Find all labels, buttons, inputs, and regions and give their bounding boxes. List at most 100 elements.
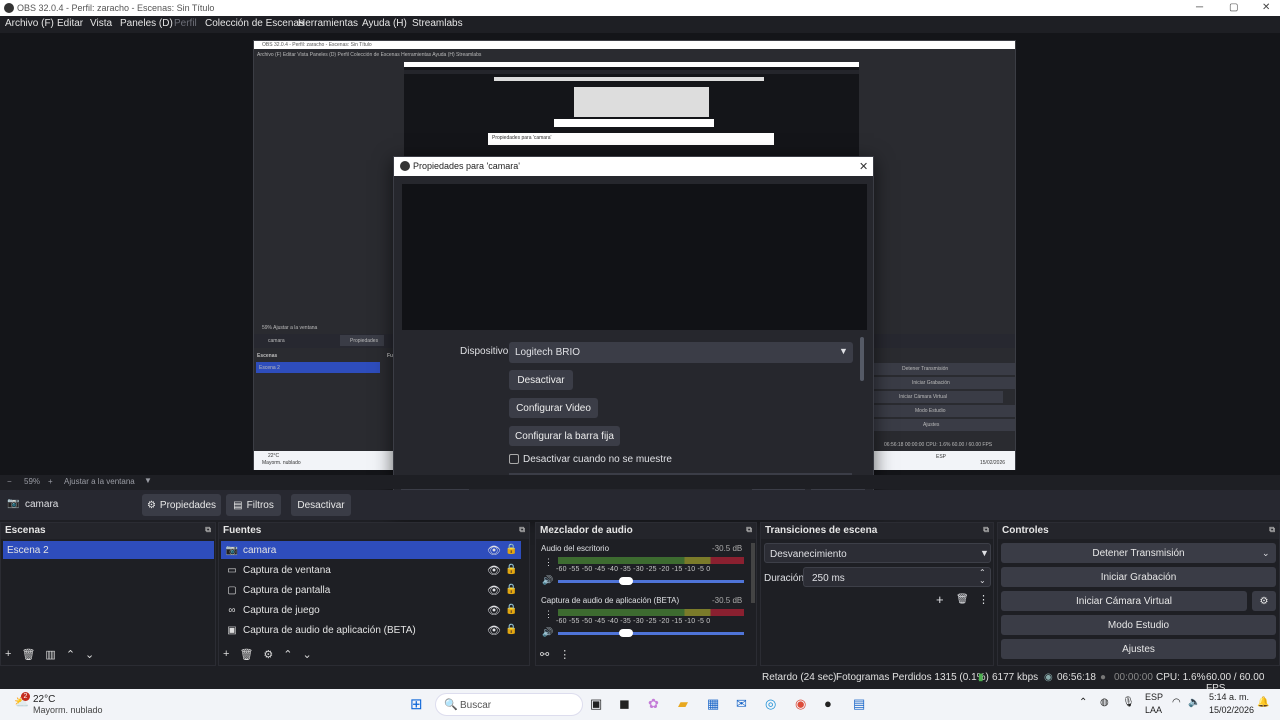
lock-icon[interactable]: 🔒 — [505, 604, 517, 615]
configure-video-button[interactable]: Configurar Video — [509, 398, 598, 418]
menu-ayuda[interactable]: Ayuda (H) — [362, 18, 407, 29]
clock-time[interactable]: 5:14 a. m. — [1209, 692, 1249, 702]
add-icon[interactable]: + — [5, 648, 11, 661]
arrow-down-icon[interactable]: ⌄ — [85, 648, 94, 661]
trash-icon[interactable]: 🗑 — [956, 594, 969, 605]
filters-button[interactable]: ▤ Filtros — [226, 494, 281, 516]
app-icon[interactable]: ▤ — [853, 696, 865, 712]
source-item[interactable]: ∞ Captura de juego — [221, 601, 521, 619]
folder-icon[interactable]: ▰ — [678, 696, 688, 712]
volume-slider[interactable] — [558, 632, 744, 635]
menu-herramientas[interactable]: Herramientas — [298, 18, 358, 29]
zoom-out-icon[interactable]: − — [7, 477, 12, 486]
eye-icon[interactable]: 👁 — [487, 544, 501, 557]
duration-input[interactable]: 250 ms ⌃ ⌄ — [803, 567, 991, 587]
menu-perfil[interactable]: Perfil — [174, 18, 197, 29]
network-icon[interactable]: ◍ — [1100, 697, 1109, 708]
trash-icon[interactable]: 🗑 — [239, 648, 253, 661]
volume-knob[interactable] — [619, 629, 633, 637]
speaker-icon[interactable]: 🔊 — [542, 575, 553, 586]
source-item[interactable]: ▣ Captura de audio de aplicación (BETA) — [221, 621, 521, 639]
eye-icon[interactable]: 👁 — [487, 564, 501, 577]
device-select[interactable]: Logitech BRIO ▼ — [509, 342, 853, 363]
lock-icon[interactable]: 🔒 — [505, 624, 517, 635]
fit-label[interactable]: Ajustar a la ventana — [64, 477, 135, 486]
notifications-icon[interactable]: 🔔 — [1257, 697, 1269, 708]
more-vertical-icon[interactable]: ⋮ — [559, 648, 570, 661]
windows-start-icon[interactable]: ⊞ — [410, 695, 423, 713]
menu-archivo[interactable]: Archivo (F) — [5, 18, 54, 29]
menu-coleccion-escenas[interactable]: Colección de Escenas — [205, 18, 304, 29]
scene-item[interactable]: Escena 2 — [3, 541, 214, 559]
menu-editar[interactable]: Editar — [57, 18, 83, 29]
arrow-up-icon[interactable]: ⌃ — [283, 648, 292, 661]
maximize-icon[interactable]: ▢ — [1229, 2, 1238, 13]
dialog-close-icon[interactable]: ✕ — [859, 160, 868, 173]
hide-checkbox[interactable] — [509, 454, 519, 464]
close-icon[interactable]: ✕ — [1262, 2, 1270, 13]
volume-knob[interactable] — [619, 577, 633, 585]
chevron-down-icon[interactable]: ⌄ — [979, 576, 986, 585]
gear-icon[interactable]: ⚙ — [263, 648, 273, 661]
virtual-cam-settings[interactable]: ⚙ — [1252, 591, 1276, 611]
volume-slider[interactable] — [558, 580, 744, 583]
copilot-icon[interactable]: ✿ — [648, 696, 659, 712]
undock-icon[interactable]: ⧉ — [746, 525, 752, 535]
clock-date[interactable]: 15/02/2026 — [1209, 705, 1254, 715]
stop-stream-button[interactable]: Detener Transmisión — [1001, 543, 1276, 563]
lock-icon[interactable]: 🔒 — [505, 564, 517, 575]
more-vertical-icon[interactable]: ⋮ — [544, 557, 553, 568]
chevron-down-icon[interactable]: ⌄ — [1262, 548, 1270, 559]
source-deactivate-button[interactable]: Desactivar — [291, 494, 351, 516]
undock-icon[interactable]: ⧉ — [1269, 525, 1275, 535]
menu-vista[interactable]: Vista — [90, 18, 112, 29]
eye-icon[interactable]: 👁 — [487, 604, 501, 617]
add-icon[interactable]: + — [223, 648, 229, 661]
language[interactable]: ESP — [1145, 692, 1163, 702]
chevron-down-icon[interactable]: ▼ — [144, 476, 152, 485]
undock-icon[interactable]: ⧉ — [205, 525, 211, 535]
undock-icon[interactable]: ⧉ — [983, 525, 989, 535]
obs-taskbar-icon[interactable]: ● — [824, 696, 832, 711]
taskview-icon[interactable]: ▣ — [590, 696, 602, 712]
store-icon[interactable]: ▦ — [707, 696, 719, 712]
source-item[interactable]: ▭ Captura de ventana — [221, 561, 521, 579]
taskbar-search[interactable]: 🔍 Buscar — [435, 693, 583, 716]
arrow-down-icon[interactable]: ⌄ — [303, 648, 312, 661]
epic-games-icon[interactable]: ◼ — [619, 696, 630, 712]
minimize-icon[interactable]: ─ — [1196, 2, 1203, 13]
keyboard-layout[interactable]: LAA — [1145, 705, 1162, 715]
edge-icon[interactable]: ◎ — [765, 696, 776, 712]
mic-icon[interactable]: 🎙 — [1122, 697, 1135, 708]
outlook-icon[interactable]: ✉ — [736, 696, 747, 712]
zoom-in-icon[interactable]: + — [48, 477, 53, 486]
undock-icon[interactable]: ⧉ — [519, 525, 525, 535]
tray-chevron-icon[interactable]: ⌃ — [1079, 697, 1087, 708]
transition-select[interactable]: Desvanecimiento ▼ — [764, 543, 991, 563]
add-icon[interactable]: + — [936, 592, 944, 607]
studio-mode-button[interactable]: Modo Estudio — [1001, 615, 1276, 635]
volume-icon[interactable]: 🔈 — [1188, 697, 1200, 708]
filter-icon[interactable]: ▥ — [45, 648, 55, 661]
configure-bar-button[interactable]: Configurar la barra fija — [509, 426, 620, 446]
trash-icon[interactable]: 🗑 — [21, 648, 35, 661]
dialog-scrollbar[interactable] — [860, 337, 864, 381]
virtual-cam-button[interactable]: Iniciar Cámara Virtual — [1001, 591, 1247, 611]
source-item[interactable]: ▢ Captura de pantalla — [221, 581, 521, 599]
eye-icon[interactable]: 👁 — [487, 584, 501, 597]
link-icon[interactable]: ⚯ — [540, 648, 549, 661]
chrome-icon[interactable]: ◉ — [795, 696, 806, 712]
more-vertical-icon[interactable]: ⋮ — [978, 593, 989, 606]
properties-button[interactable]: ⚙ Propiedades — [142, 494, 221, 516]
deactivate-button[interactable]: Desactivar — [509, 370, 573, 390]
mixer-scrollbar[interactable] — [751, 543, 755, 603]
lock-icon[interactable]: 🔒 — [505, 584, 517, 595]
menu-paneles[interactable]: Paneles (D) — [120, 18, 173, 29]
more-vertical-icon[interactable]: ⋮ — [544, 609, 553, 620]
eye-icon[interactable]: 👁 — [487, 624, 501, 637]
lock-icon[interactable]: 🔒 — [505, 544, 517, 555]
wifi-icon[interactable]: ◠ — [1172, 697, 1181, 708]
speaker-icon[interactable]: 🔊 — [542, 627, 553, 638]
settings-button[interactable]: Ajustes — [1001, 639, 1276, 659]
start-recording-button[interactable]: Iniciar Grabación — [1001, 567, 1276, 587]
